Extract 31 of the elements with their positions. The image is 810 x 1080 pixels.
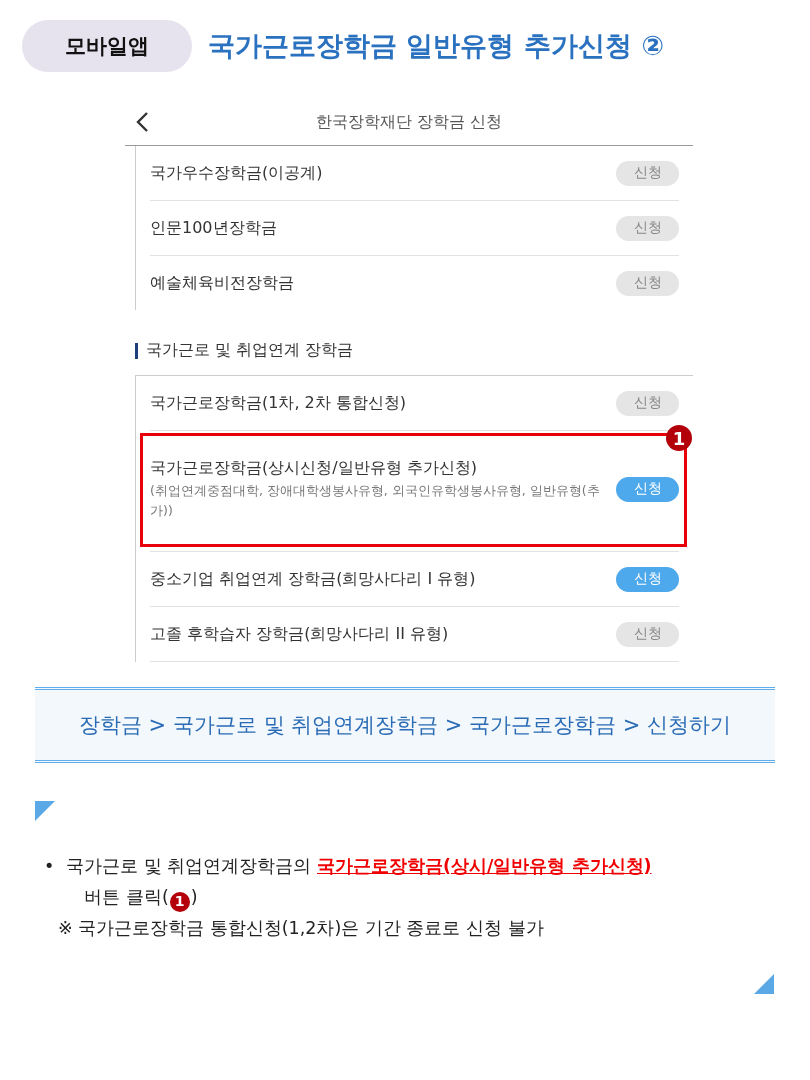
apply-button[interactable]: 신청 <box>616 270 679 296</box>
app-tag: 모바일앱 <box>22 20 192 72</box>
scholarship-name: 국가근로장학금(상시신청/일반유형 추가신청) <box>150 457 478 479</box>
number-badge: 1 <box>666 425 692 451</box>
apply-button[interactable]: 신청 <box>616 215 679 241</box>
corner-mark-icon <box>35 801 55 821</box>
apply-button[interactable]: 신청 <box>616 476 679 502</box>
closing-paren: ) <box>190 887 198 907</box>
scholarship-note: (취업연계중점대학, 장애대학생봉사유형, 외국인유학생봉사유형, 일반유형(추가)) <box>150 481 601 520</box>
screen-title: 한국장학재단 장학금 신청 <box>315 111 503 133</box>
breadcrumb: 장학금 > 국가근로 및 취업연계장학금 > 국가근로장학금 > 신청하기 <box>78 712 732 739</box>
bullet-marker: • <box>44 855 55 878</box>
scholarship-name: 예술체육비전장학금 <box>150 272 294 294</box>
scholarship-name: 고졸 후학습자 장학금(희망사다리 II 유형) <box>150 623 449 645</box>
apply-button[interactable]: 신청 <box>616 160 679 186</box>
apply-button[interactable]: 신청 <box>616 621 679 647</box>
scholarship-name: 인문100년장학금 <box>150 217 277 239</box>
apply-button[interactable]: 신청 <box>616 566 679 592</box>
click-instruction: 버튼 클릭( <box>84 887 169 907</box>
apply-button[interactable]: 신청 <box>616 390 679 416</box>
scholarship-name: 중소기업 취업연계 장학금(희망사다리 I 유형) <box>150 568 476 590</box>
section-title: 국가근로 및 취업연계 장학금 <box>146 340 353 361</box>
back-icon[interactable] <box>135 111 149 133</box>
section-marker <box>135 342 138 359</box>
scholarship-name: 국가근로장학금(1차, 2차 통합신청) <box>150 392 407 414</box>
page-title: 국가근로장학금 일반유형 추가신청 ② <box>208 29 665 63</box>
remark-text: ※ 국가근로장학금 통합신청(1,2차)은 기간 종료로 신청 불가 <box>58 918 544 938</box>
scholarship-name: 국가우수장학금(이공계) <box>150 162 323 184</box>
instruction-text: 국가근로 및 취업연계장학금의 국가근로장학금(상시/일반유형 추가신청) <box>66 856 652 876</box>
number-badge: 1 <box>169 891 190 912</box>
corner-mark-icon <box>754 974 774 994</box>
